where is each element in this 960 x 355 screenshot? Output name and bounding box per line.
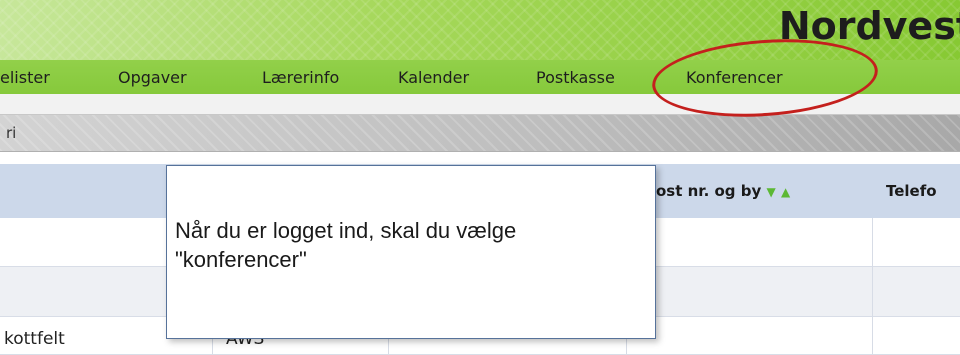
nav-item-elister[interactable]: elister [0, 68, 50, 87]
sort-down-icon[interactable]: ▼ [767, 185, 776, 199]
column-header-postal-label: ost nr. og by [656, 182, 762, 200]
instruction-callout: Når du er logget ind, skal du vælge "kon… [166, 165, 656, 339]
table-cell: kottfelt [4, 329, 65, 349]
sort-up-icon[interactable]: ▲ [781, 185, 790, 199]
callout-text: Når du er logget ind, skal du vælge "kon… [175, 218, 517, 272]
breadcrumb-text[interactable]: ri [6, 124, 16, 142]
column-header-phone[interactable]: Telefo [886, 182, 937, 200]
column-divider [872, 218, 873, 354]
nav-item-postkasse[interactable]: Postkasse [536, 68, 615, 87]
breadcrumb-bar: ri [0, 114, 960, 152]
column-header-postal[interactable]: ost nr. og by ▼ ▲ [656, 182, 790, 200]
nav-item-kalender[interactable]: Kalender [398, 68, 469, 87]
nav-item-opgaver[interactable]: Opgaver [118, 68, 187, 87]
nav-item-laererinfo[interactable]: Lærerinfo [262, 68, 339, 87]
